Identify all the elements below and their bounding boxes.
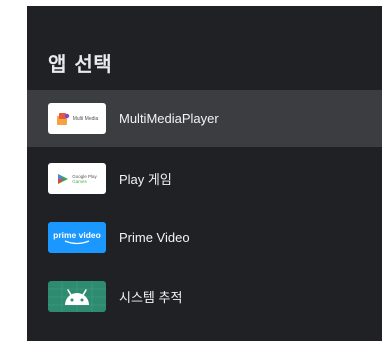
multimedia-logo-icon [56, 112, 69, 125]
google-play-games-icon: Google Play Games [48, 163, 106, 194]
play-games-thumb-line1: Google Play [72, 173, 97, 179]
dialog-title: 앱 선택 [48, 52, 113, 76]
prime-video-icon: prime video [48, 222, 106, 253]
app-item-play-games[interactable]: Google Play Games Play 게임 [27, 149, 382, 208]
app-label-play-games: Play 게임 [119, 172, 172, 187]
app-item-multimediaplayer[interactable]: Multi Media MultiMediaPlayer [27, 90, 382, 147]
app-item-prime-video[interactable]: prime video Prime Video [27, 208, 382, 267]
app-item-system-tracing[interactable]: 시스템 추적 [27, 267, 382, 326]
play-games-thumb-text: Google Play Games [72, 174, 97, 184]
app-label-prime-video: Prime Video [119, 230, 190, 245]
app-picker-panel: 앱 선택 Multi Media MultiMediaPlayer Google… [27, 6, 382, 341]
prime-smile-icon [64, 239, 90, 244]
android-robot-icon [48, 281, 106, 312]
android-system-tracing-icon [48, 281, 106, 312]
play-games-thumb-line2: Games [72, 178, 87, 184]
play-triangle-icon [58, 173, 69, 184]
app-label-system-tracing: 시스템 추적 [119, 290, 183, 305]
app-label-multimediaplayer: MultiMediaPlayer [119, 111, 219, 126]
prime-video-wordmark: prime video [53, 229, 101, 240]
multimedia-thumb-text: Multi Media [72, 115, 99, 122]
app-list: Multi Media MultiMediaPlayer Google Play… [27, 90, 382, 326]
multimedia-player-icon: Multi Media [48, 103, 106, 134]
